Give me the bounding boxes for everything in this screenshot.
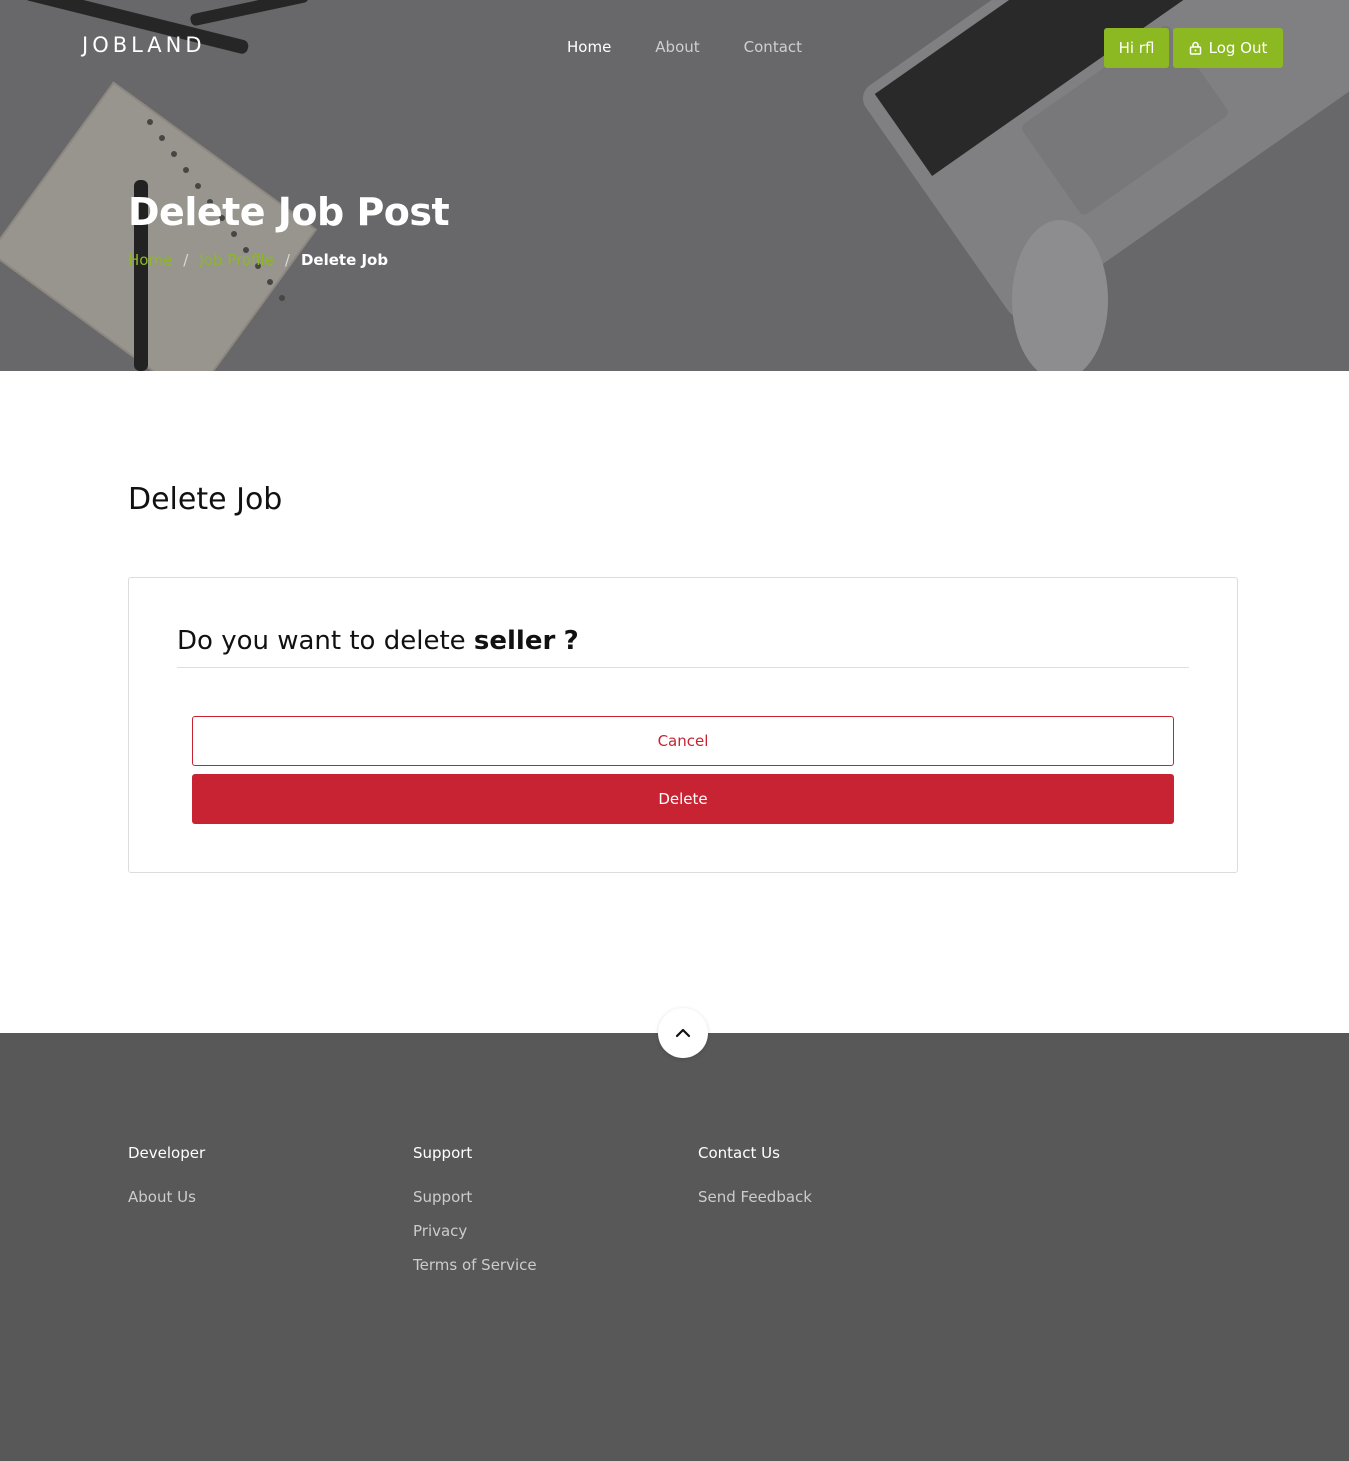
delete-confirm-card: Do you want to delete seller ? Cancel De… bbox=[128, 577, 1238, 873]
breadcrumb-separator: / bbox=[284, 251, 290, 269]
footer-col-title: Contact Us bbox=[698, 1144, 780, 1162]
scroll-to-top-button[interactable] bbox=[658, 1008, 708, 1058]
breadcrumb: Home / Job Profile / Delete Job bbox=[128, 251, 388, 269]
divider bbox=[177, 667, 1189, 668]
delete-button[interactable]: Delete bbox=[192, 774, 1174, 824]
breadcrumb-separator: / bbox=[183, 251, 189, 269]
lock-icon bbox=[1189, 41, 1201, 55]
site-logo[interactable]: JOBLAND bbox=[82, 33, 206, 57]
section-title: Delete Job bbox=[128, 482, 283, 517]
footer-link-about-us[interactable]: About Us bbox=[128, 1188, 205, 1206]
footer-link-terms[interactable]: Terms of Service bbox=[413, 1256, 537, 1274]
logout-button[interactable]: Log Out bbox=[1173, 28, 1283, 68]
footer-col-contact: Contact Us Send Feedback bbox=[698, 1144, 812, 1222]
footer bbox=[0, 1033, 1349, 1461]
nav-contact[interactable]: Contact bbox=[744, 38, 802, 56]
logout-label: Log Out bbox=[1208, 39, 1268, 57]
nav-about[interactable]: About bbox=[655, 38, 699, 56]
footer-link-send-feedback[interactable]: Send Feedback bbox=[698, 1188, 812, 1206]
nav-home[interactable]: Home bbox=[567, 38, 611, 56]
footer-col-title: Support bbox=[413, 1144, 473, 1162]
breadcrumb-current: Delete Job bbox=[300, 251, 389, 269]
footer-link-privacy[interactable]: Privacy bbox=[413, 1222, 537, 1240]
footer-col-title: Developer bbox=[128, 1144, 206, 1162]
top-navbar: JOBLAND Home About Contact Hi rfl Log Ou… bbox=[0, 0, 1349, 95]
question-suffix: ? bbox=[563, 626, 579, 656]
user-greeting-button[interactable]: Hi rfl bbox=[1104, 28, 1169, 68]
cancel-button[interactable]: Cancel bbox=[192, 716, 1174, 766]
question-prefix: Do you want to delete bbox=[177, 626, 466, 656]
main-nav: Home About Contact bbox=[567, 38, 846, 56]
breadcrumb-job-profile[interactable]: Job Profile bbox=[199, 251, 274, 269]
footer-link-support[interactable]: Support bbox=[413, 1188, 537, 1206]
footer-col-developer: Developer About Us bbox=[128, 1144, 205, 1222]
breadcrumb-home[interactable]: Home bbox=[128, 251, 172, 269]
page-title: Delete Job Post bbox=[128, 190, 450, 234]
footer-col-support: Support Support Privacy Terms of Service bbox=[413, 1144, 537, 1290]
chevron-up-icon bbox=[675, 1028, 691, 1038]
delete-question: Do you want to delete seller ? bbox=[177, 626, 579, 656]
question-item: seller bbox=[473, 626, 556, 656]
